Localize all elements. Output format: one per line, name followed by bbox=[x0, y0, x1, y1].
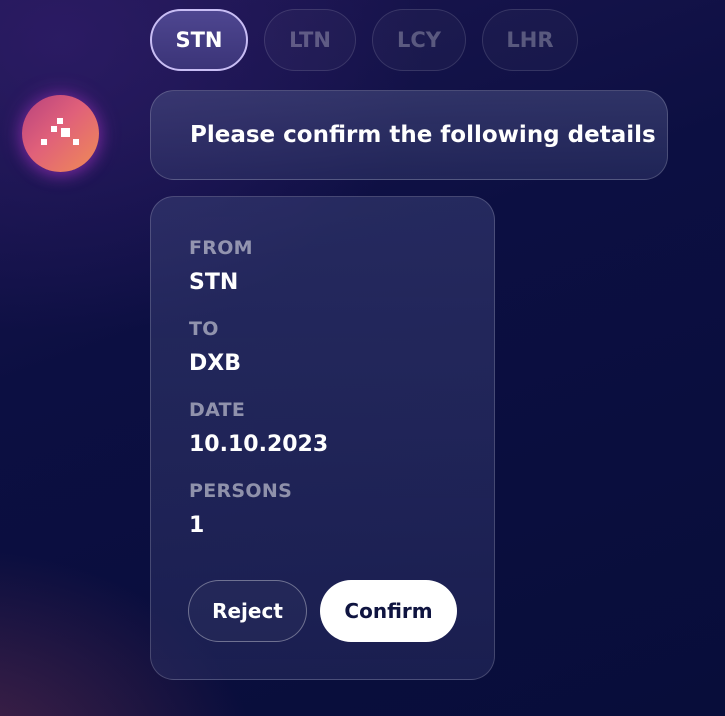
airport-chip-stn[interactable]: STN bbox=[150, 9, 248, 71]
assistant-avatar bbox=[22, 95, 99, 172]
from-value: STN bbox=[189, 270, 239, 295]
confirm-button[interactable]: Confirm bbox=[320, 580, 457, 642]
airport-chip-label: STN bbox=[175, 28, 223, 52]
reject-button-label: Reject bbox=[212, 599, 283, 623]
airport-chip-label: LTN bbox=[289, 28, 331, 52]
from-label: FROM bbox=[189, 237, 253, 259]
date-value: 10.10.2023 bbox=[189, 432, 329, 457]
booking-details-card: FROM STN TO DXB DATE 10.10.2023 PERSONS … bbox=[150, 196, 495, 680]
date-label: DATE bbox=[189, 399, 246, 421]
airport-chip-lcy[interactable]: LCY bbox=[372, 9, 466, 71]
airport-chip-label: LHR bbox=[506, 28, 554, 52]
to-value: DXB bbox=[189, 351, 241, 376]
airport-chip-label: LCY bbox=[397, 28, 441, 52]
assistant-message-bubble: Please confirm the following details bbox=[150, 90, 668, 180]
persons-value: 1 bbox=[189, 513, 205, 538]
reject-button[interactable]: Reject bbox=[188, 580, 307, 642]
airport-chip-row: STN LTN LCY LHR bbox=[150, 9, 578, 71]
airport-chip-ltn[interactable]: LTN bbox=[264, 9, 356, 71]
to-label: TO bbox=[189, 318, 219, 340]
confirm-button-label: Confirm bbox=[344, 599, 433, 623]
assistant-message-text: Please confirm the following details bbox=[190, 122, 656, 148]
persons-label: PERSONS bbox=[189, 480, 293, 502]
airport-chip-lhr[interactable]: LHR bbox=[482, 9, 578, 71]
